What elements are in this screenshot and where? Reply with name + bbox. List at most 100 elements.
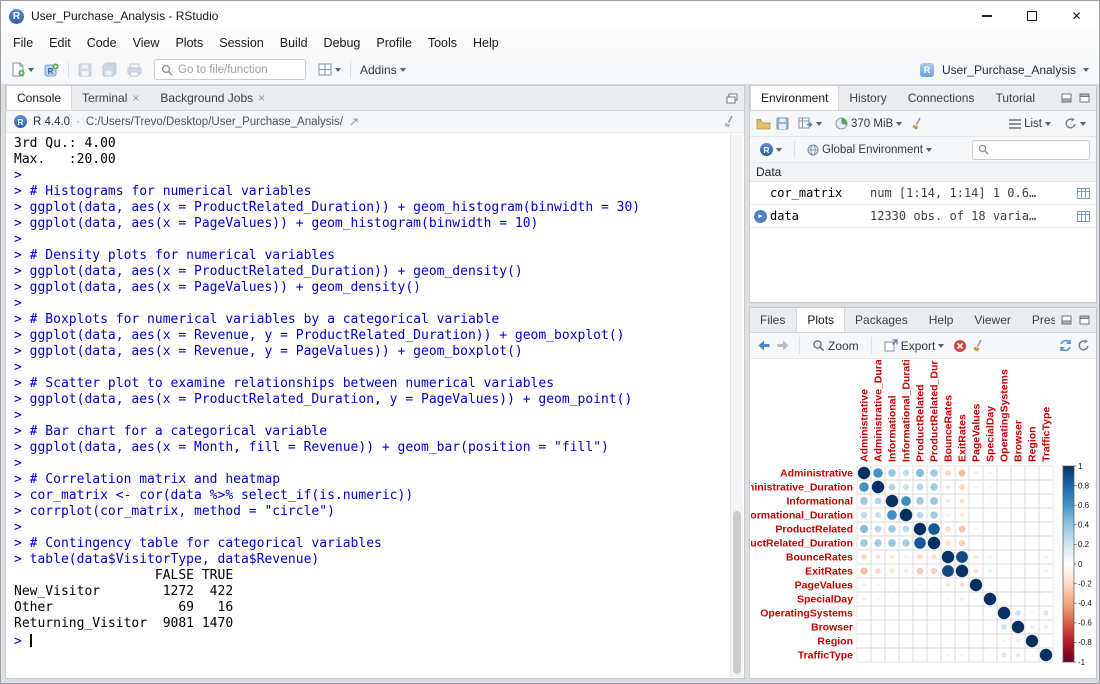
window-controls: ✕: [964, 1, 1099, 31]
search-icon: [978, 144, 989, 155]
corrplot-row-label: ExitRates: [805, 566, 853, 578]
close-icon[interactable]: ×: [132, 92, 139, 104]
memory-usage-button[interactable]: 370 MiB: [831, 114, 906, 133]
toolbar-separator: [794, 141, 795, 158]
list-view-button[interactable]: List: [1005, 115, 1055, 133]
tab-label: Terminal: [82, 91, 128, 105]
export-button[interactable]: Export: [880, 336, 949, 356]
corrplot-col-label: Region: [1027, 426, 1039, 462]
view-table-icon[interactable]: [1077, 210, 1090, 222]
refresh-plot-button[interactable]: [1077, 339, 1090, 352]
console-scrollbar[interactable]: [730, 134, 743, 677]
corrplot-col-label: Informational: [887, 395, 899, 462]
menu-edit[interactable]: Edit: [41, 33, 79, 53]
menu-debug[interactable]: Debug: [316, 33, 369, 53]
environment-search-input[interactable]: [993, 143, 1081, 156]
title-bar: R User_Purchase_Analysis - RStudio ✕: [1, 1, 1099, 31]
tab-environment[interactable]: Environment: [750, 86, 840, 110]
minimize-icon: [981, 15, 992, 17]
minimize-button[interactable]: [964, 1, 1009, 31]
minimize-pane-icon[interactable]: [1061, 93, 1072, 103]
object-name: cor_matrix: [770, 186, 843, 200]
env-row-data[interactable]: ▶ data 12330 obs. of 18 varia…: [750, 205, 1096, 228]
tab-connections[interactable]: Connections: [898, 86, 986, 110]
tab-tutorial[interactable]: Tutorial: [985, 86, 1046, 110]
save-all-button[interactable]: [98, 59, 121, 80]
language-selector[interactable]: R: [756, 140, 786, 159]
tab-console[interactable]: Console: [6, 86, 73, 110]
main-toolbar: R Addins R User_Purchase_Analysis: [1, 55, 1099, 85]
menu-view[interactable]: View: [125, 33, 168, 53]
previous-plot-button[interactable]: [756, 339, 771, 352]
plots-tabstrip: FilesPlotsPackagesHelpViewerPrese: [750, 308, 1096, 333]
maximize-pane-icon[interactable]: [1079, 93, 1090, 103]
zoom-button[interactable]: Zoom: [808, 336, 863, 356]
working-directory[interactable]: C:/Users/Trevo/Desktop/User_Purchase_Ana…: [86, 116, 343, 128]
clear-console-icon[interactable]: [723, 115, 736, 128]
rstudio-window: R User_Purchase_Analysis - RStudio ✕ Fil…: [0, 0, 1100, 684]
env-row-cor_matrix[interactable]: cor_matrix num [1:14, 1:14] 1 0.6…: [750, 182, 1096, 205]
tab-terminal[interactable]: Terminal ×: [72, 86, 150, 110]
menu-file[interactable]: File: [5, 33, 41, 53]
tab-plots[interactable]: Plots: [796, 308, 846, 332]
addins-button[interactable]: Addins: [356, 60, 410, 80]
console-output[interactable]: 3rd Qu.: 4.00 Max. :20.00 > > # Histograms…: [7, 134, 730, 677]
menu-help[interactable]: Help: [465, 33, 507, 53]
menu-tools[interactable]: Tools: [420, 33, 465, 53]
refresh-environment-button[interactable]: [1060, 114, 1090, 133]
environment-scope-selector[interactable]: Global Environment: [803, 141, 936, 159]
tab-prese[interactable]: Prese: [1022, 308, 1055, 332]
corrplot-row-label: Administrative: [780, 468, 853, 480]
save-button[interactable]: [74, 60, 96, 80]
corrplot-col-label: OperatingSystems: [999, 369, 1011, 462]
menu-code[interactable]: Code: [79, 33, 125, 53]
remove-plot-button[interactable]: [953, 339, 967, 353]
maximize-button[interactable]: [1009, 1, 1054, 31]
publish-button[interactable]: [1059, 339, 1072, 352]
tab-background-jobs[interactable]: Background Jobs ×: [150, 86, 276, 110]
console-line: >: [14, 168, 30, 183]
save-workspace-icon[interactable]: [776, 117, 789, 130]
refresh-icon: [1064, 117, 1077, 130]
clear-environment-icon[interactable]: [911, 117, 924, 130]
view-table-icon[interactable]: [1077, 187, 1090, 199]
tab-help[interactable]: Help: [919, 308, 965, 332]
close-icon[interactable]: ×: [258, 92, 265, 104]
tab-history[interactable]: History: [839, 86, 897, 110]
tab-viewer[interactable]: Viewer: [964, 308, 1021, 332]
goto-file-input[interactable]: [178, 63, 288, 76]
load-workspace-icon[interactable]: [756, 117, 771, 130]
open-directory-icon[interactable]: [349, 117, 359, 127]
clear-all-plots-button[interactable]: [972, 339, 985, 352]
close-button[interactable]: ✕: [1054, 1, 1099, 31]
corrplot-row-label: Informational_Duration: [751, 510, 853, 522]
menu-plots[interactable]: Plots: [167, 33, 211, 53]
console-line: >: [14, 232, 30, 247]
corrplot-row-label: PageValues: [795, 580, 854, 592]
next-plot-button[interactable]: [776, 339, 791, 352]
minimize-pane-icon[interactable]: [1061, 315, 1072, 325]
console-line: > # Scatter plot to examine relationship…: [14, 376, 555, 391]
corrplot-row-label: OperatingSystems: [760, 608, 853, 620]
tab-packages[interactable]: Packages: [845, 308, 919, 332]
pane-layout-button[interactable]: [314, 60, 345, 79]
import-dataset-button[interactable]: [794, 114, 826, 133]
tab-label: Background Jobs: [160, 91, 254, 105]
maximize-pane-icon[interactable]: [1079, 315, 1090, 325]
menu-session[interactable]: Session: [211, 33, 271, 53]
menu-profile[interactable]: Profile: [368, 33, 419, 53]
list-icon: [1009, 118, 1022, 130]
console-line: > cor_matrix <- cor(data %>% select_if(i…: [14, 488, 414, 503]
scrollbar-thumb[interactable]: [733, 511, 741, 674]
new-file-button[interactable]: [7, 59, 38, 80]
expand-arrow-icon[interactable]: ▶: [754, 209, 770, 223]
corrplot-row-label: ProductRelated_Duration: [751, 538, 853, 550]
global-environment-icon: [807, 144, 819, 156]
console-panel: Console Terminal × Background Jobs × R R 4.4…: [5, 85, 745, 679]
new-project-button[interactable]: R: [40, 60, 63, 80]
pane-restore-icon[interactable]: [726, 93, 738, 104]
print-button[interactable]: [123, 60, 146, 80]
tab-files[interactable]: Files: [750, 308, 796, 332]
project-selector[interactable]: R User_Purchase_Analysis: [916, 60, 1093, 80]
menu-build[interactable]: Build: [272, 33, 316, 53]
